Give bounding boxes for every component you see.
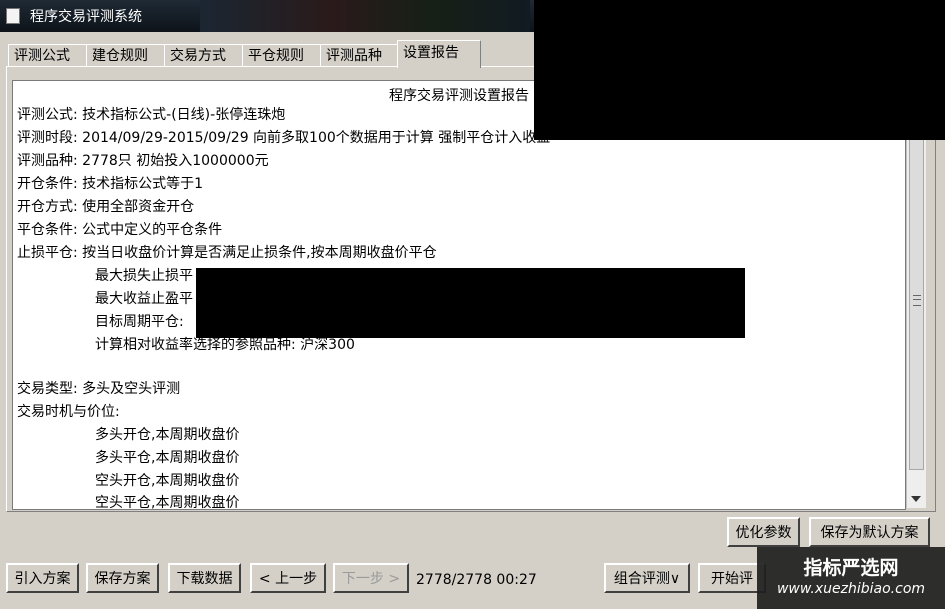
report-line: 开仓条件: 技术指标公式等于1 bbox=[17, 176, 204, 192]
watermark: 指标严选网 www.xuezhibiao.com bbox=[757, 547, 945, 609]
report-scrollbar[interactable] bbox=[906, 80, 926, 508]
watermark-url: www.xuezhibiao.com bbox=[776, 581, 926, 597]
report-line: 交易类型: 多头及空头评测 bbox=[17, 381, 181, 397]
tab-close-rules[interactable]: 平仓规则 bbox=[242, 44, 321, 67]
report-line: 评测品种: 2778只 初始投入1000000元 bbox=[17, 153, 269, 169]
progress-status: 2778/2778 00:27 bbox=[416, 572, 537, 588]
tab-settings-report[interactable]: 设置报告 bbox=[397, 40, 481, 68]
scroll-down-icon[interactable] bbox=[911, 496, 921, 502]
report-line: 交易时机与价位: bbox=[17, 404, 120, 420]
redaction-box bbox=[534, 0, 945, 140]
report-line: 空头开仓,本周期收盘价 bbox=[95, 473, 240, 489]
report-line: 评测时段: 2014/09/29-2015/09/29 向前多取100个数据用于… bbox=[17, 130, 551, 146]
redaction-box bbox=[196, 268, 745, 338]
report-line: 多头平仓,本周期收盘价 bbox=[95, 450, 240, 466]
report-line: 平仓条件: 公式中定义的平仓条件 bbox=[17, 222, 223, 238]
tab-trade-mode[interactable]: 交易方式 bbox=[164, 44, 243, 67]
save-plan-button[interactable]: 保存方案 bbox=[86, 563, 159, 593]
next-step-button[interactable]: 下一步 > bbox=[333, 563, 409, 593]
window-title: 程序交易评测系统 bbox=[30, 9, 142, 25]
title-bar-background bbox=[200, 0, 530, 32]
report-line: 计算相对收益率选择的参照品种: 沪深300 bbox=[95, 337, 355, 353]
combo-eval-button[interactable]: 组合评测∨ bbox=[604, 563, 690, 593]
report-line: 评测公式: 技术指标公式-(日线)-张停连珠炮 bbox=[17, 107, 286, 123]
save-default-button[interactable]: 保存为默认方案 bbox=[809, 517, 930, 547]
report-line: 最大收益止盈平 bbox=[95, 291, 193, 307]
tab-instruments[interactable]: 评测品种 bbox=[320, 44, 399, 67]
import-plan-button[interactable]: 引入方案 bbox=[6, 563, 79, 593]
optimize-params-button[interactable]: 优化参数 bbox=[727, 517, 800, 547]
grip-icon bbox=[913, 295, 921, 306]
report-line: 最大损失止损平 bbox=[95, 268, 193, 284]
report-line: 目标周期平仓: bbox=[95, 314, 184, 330]
report-line: 空头平仓,本周期收盘价 bbox=[95, 495, 240, 510]
report-line: 多头开仓,本周期收盘价 bbox=[95, 427, 240, 443]
app-icon bbox=[6, 8, 20, 24]
scroll-thumb[interactable] bbox=[909, 136, 924, 470]
prev-step-button[interactable]: < 上一步 bbox=[250, 563, 326, 593]
tab-formula[interactable]: 评测公式 bbox=[8, 44, 87, 67]
tab-open-rules[interactable]: 建仓规则 bbox=[86, 44, 165, 67]
download-data-button[interactable]: 下载数据 bbox=[168, 563, 241, 593]
report-line: 止损平仓: 按当日收盘价计算是否满足止损条件,按本周期收盘价平仓 bbox=[17, 245, 437, 261]
report-line: 开仓方式: 使用全部资金开仓 bbox=[17, 199, 195, 215]
watermark-name: 指标严选网 bbox=[803, 557, 899, 579]
start-eval-button[interactable]: 开始评 bbox=[698, 563, 766, 593]
